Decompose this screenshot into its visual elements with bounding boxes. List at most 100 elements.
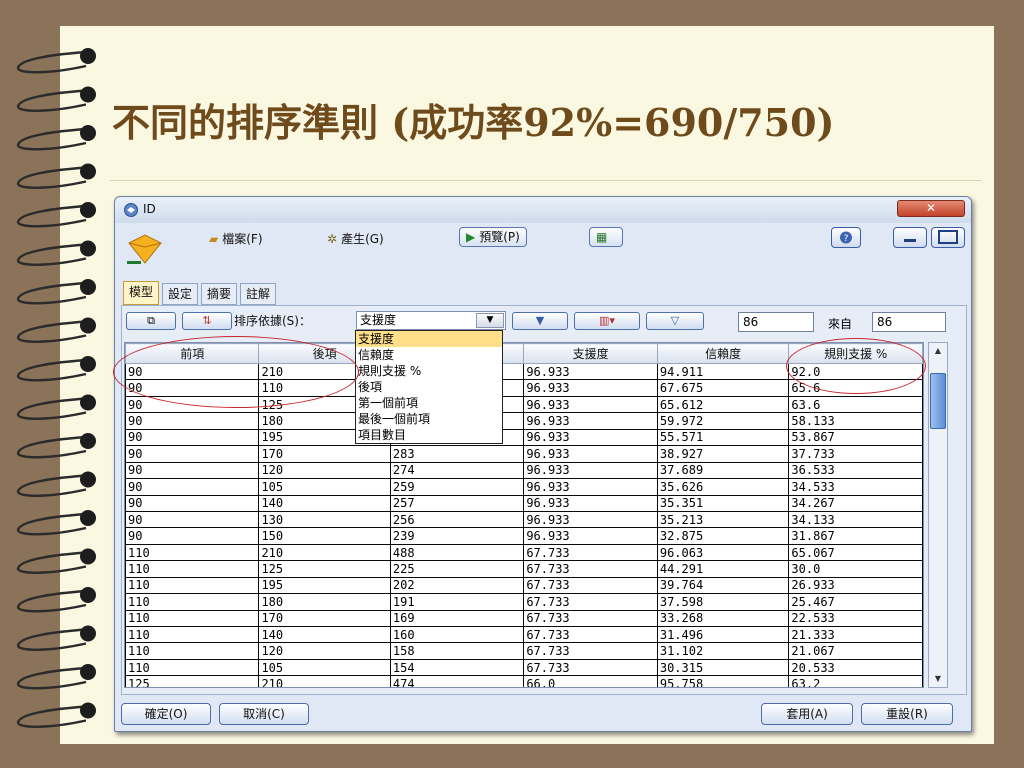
binding-hole — [80, 510, 96, 526]
table-row[interactable]: 110 170 169 67.733 33.268 22.533 — [125, 609, 923, 628]
table-cell: 202 — [389, 576, 525, 595]
binding-ring — [16, 551, 87, 574]
table-row[interactable]: 110 140 160 67.733 31.496 21.333 — [125, 625, 923, 644]
reset-button[interactable]: 重設(R) — [861, 703, 953, 725]
window-close-button[interactable]: ✕ — [897, 200, 965, 217]
tab-annotations[interactable]: 註解 — [240, 283, 277, 305]
table-cell: 225 — [389, 560, 525, 578]
table-cell: 67.733 — [523, 593, 658, 611]
table-cell: 67.733 — [523, 642, 658, 660]
col-header-rule-support[interactable]: 規則支援 % — [788, 343, 923, 364]
table-cell: 488 — [389, 543, 525, 562]
minimize-button[interactable] — [893, 227, 927, 248]
apply-button[interactable]: 套用(A) — [761, 703, 853, 725]
col-header-confidence[interactable]: 信賴度 — [656, 343, 790, 364]
table-row[interactable]: 90 105 259 96.933 35.626 34.533 — [125, 478, 923, 496]
table-row[interactable]: 90 180 96.933 59.972 58.133 — [125, 412, 923, 430]
sort-option[interactable]: 規則支援 % — [356, 363, 502, 379]
binding-hole — [80, 471, 96, 488]
table-scrollbar[interactable]: ▲ ▼ — [928, 342, 948, 688]
tab-strip: 模型 設定 摘要 註解 — [123, 281, 277, 305]
export-button[interactable]: ▦ — [589, 227, 623, 247]
table-row[interactable]: 90 195 96.933 55.571 53.867 — [125, 428, 923, 447]
window-titlebar[interactable]: ID ✕ — [115, 197, 971, 223]
table-cell: 36.533 — [788, 461, 923, 480]
filter-button[interactable]: ▽ — [646, 312, 704, 330]
table-cell: 35.213 — [656, 510, 790, 529]
table-cell: 65.6 — [788, 379, 923, 397]
table-row[interactable]: 125 210 474 66.0 95.758 63.2 — [125, 675, 923, 687]
binding-hole — [80, 125, 96, 141]
table-body: 90 210 96.933 94.911 92.0 90 110 96.933 67.675 65… — [125, 362, 923, 687]
table-cell: 94.911 — [656, 362, 790, 381]
table-cell: 90 — [125, 478, 260, 496]
sort-option[interactable]: 後項 — [356, 379, 502, 395]
generate-menu-label: 產生(G) — [341, 232, 384, 246]
table-cell: 105 — [258, 658, 391, 677]
binding-ring — [16, 166, 87, 189]
preview-button[interactable]: ▶ 預覽(P) — [459, 227, 527, 247]
table-cell: 160 — [389, 625, 525, 644]
table-row[interactable]: 90 125 96.933 65.612 63.6 — [125, 395, 923, 414]
table-cell: 58.133 — [788, 412, 923, 430]
table-row[interactable]: 90 210 96.933 94.911 92.0 — [125, 362, 923, 381]
binding-ring — [16, 705, 87, 728]
table-row[interactable]: 110 180 191 67.733 37.598 25.467 — [125, 593, 923, 611]
shown-rules-count: 86 — [738, 312, 814, 332]
table-row[interactable]: 110 125 225 67.733 44.291 30.0 — [125, 560, 923, 578]
title-divider — [110, 180, 982, 181]
table-cell: 26.933 — [788, 576, 923, 595]
maximize-button[interactable] — [931, 227, 965, 248]
sort-option[interactable]: 信賴度 — [356, 347, 502, 363]
slide-title: 不同的排序準則 (成功率92%=690/750) — [112, 100, 835, 145]
col-header-antecedent[interactable]: 前項 — [125, 343, 260, 364]
copy-button[interactable]: ⧉ — [126, 312, 176, 330]
table-row[interactable]: 90 150 239 96.933 32.875 31.867 — [125, 527, 923, 545]
binding-ring — [16, 397, 87, 420]
binding-ring — [16, 358, 87, 382]
sort-option[interactable]: 支援度 — [356, 331, 502, 347]
binding-ring — [16, 435, 87, 459]
sort-option[interactable]: 最後一個前項 — [356, 411, 502, 427]
app-diamond-icon — [124, 203, 138, 217]
table-cell: 96.933 — [523, 510, 658, 529]
table-row[interactable]: 90 120 274 96.933 37.689 36.533 — [125, 461, 923, 480]
table-row[interactable]: 110 210 488 67.733 96.063 65.067 — [125, 543, 923, 562]
scroll-up-icon[interactable]: ▲ — [930, 344, 946, 358]
from-label: 來自 — [828, 317, 853, 331]
table-row[interactable]: 90 170 283 96.933 38.927 37.733 — [125, 445, 923, 463]
table-cell: 210 — [258, 675, 391, 687]
scroll-thumb[interactable] — [930, 373, 946, 429]
tab-model[interactable]: 模型 — [123, 281, 160, 305]
tab-settings[interactable]: 設定 — [162, 283, 199, 305]
sort-order-button[interactable]: ▼ — [512, 312, 568, 330]
sort-by-select[interactable]: 支援度 ▼ — [356, 311, 506, 330]
table-cell: 20.533 — [788, 658, 923, 677]
sort-option[interactable]: 第一個前項 — [356, 395, 502, 411]
table-cell: 90 — [125, 527, 260, 545]
generate-menu[interactable]: ✲ 產生(G) — [321, 229, 390, 249]
help-button[interactable]: ? — [831, 227, 861, 248]
table-cell: 120 — [258, 461, 391, 480]
table-cell: 90 — [125, 461, 260, 480]
columns-button[interactable]: ▥▾ — [574, 312, 640, 330]
table-row[interactable]: 90 130 256 96.933 35.213 34.133 — [125, 510, 923, 529]
col-header-support[interactable]: 支援度 — [523, 343, 658, 364]
table-cell: 90 — [125, 494, 260, 512]
table-row[interactable]: 90 140 257 96.933 35.351 34.267 — [125, 494, 923, 512]
file-menu[interactable]: ▰ 檔案(F) — [203, 229, 269, 249]
table-row[interactable]: 110 195 202 67.733 39.764 26.933 — [125, 576, 923, 595]
ok-button[interactable]: 確定(O) — [121, 703, 211, 725]
table-row[interactable]: 90 110 96.933 67.675 65.6 — [125, 379, 923, 397]
model-tab-pane: ⧉ ⇅ 排序依據(S)： 支援度 ▼ ▼ ▥▾ ▽ 86 來自 86 前項 後項… — [121, 305, 967, 695]
tab-summary[interactable]: 摘要 — [201, 283, 238, 305]
scroll-down-icon[interactable]: ▼ — [930, 672, 946, 686]
sort-option[interactable]: 項目數目 — [356, 427, 502, 443]
table-row[interactable]: 110 105 154 67.733 30.315 20.533 — [125, 658, 923, 677]
sort-direction-button[interactable]: ⇅ — [182, 312, 232, 330]
cancel-button[interactable]: 取消(C) — [219, 703, 309, 725]
table-cell: 67.733 — [523, 560, 658, 578]
folder-icon: ▰ — [209, 232, 219, 246]
sort-arrows-icon: ⇅ — [202, 314, 212, 327]
table-row[interactable]: 110 120 158 67.733 31.102 21.067 — [125, 642, 923, 660]
